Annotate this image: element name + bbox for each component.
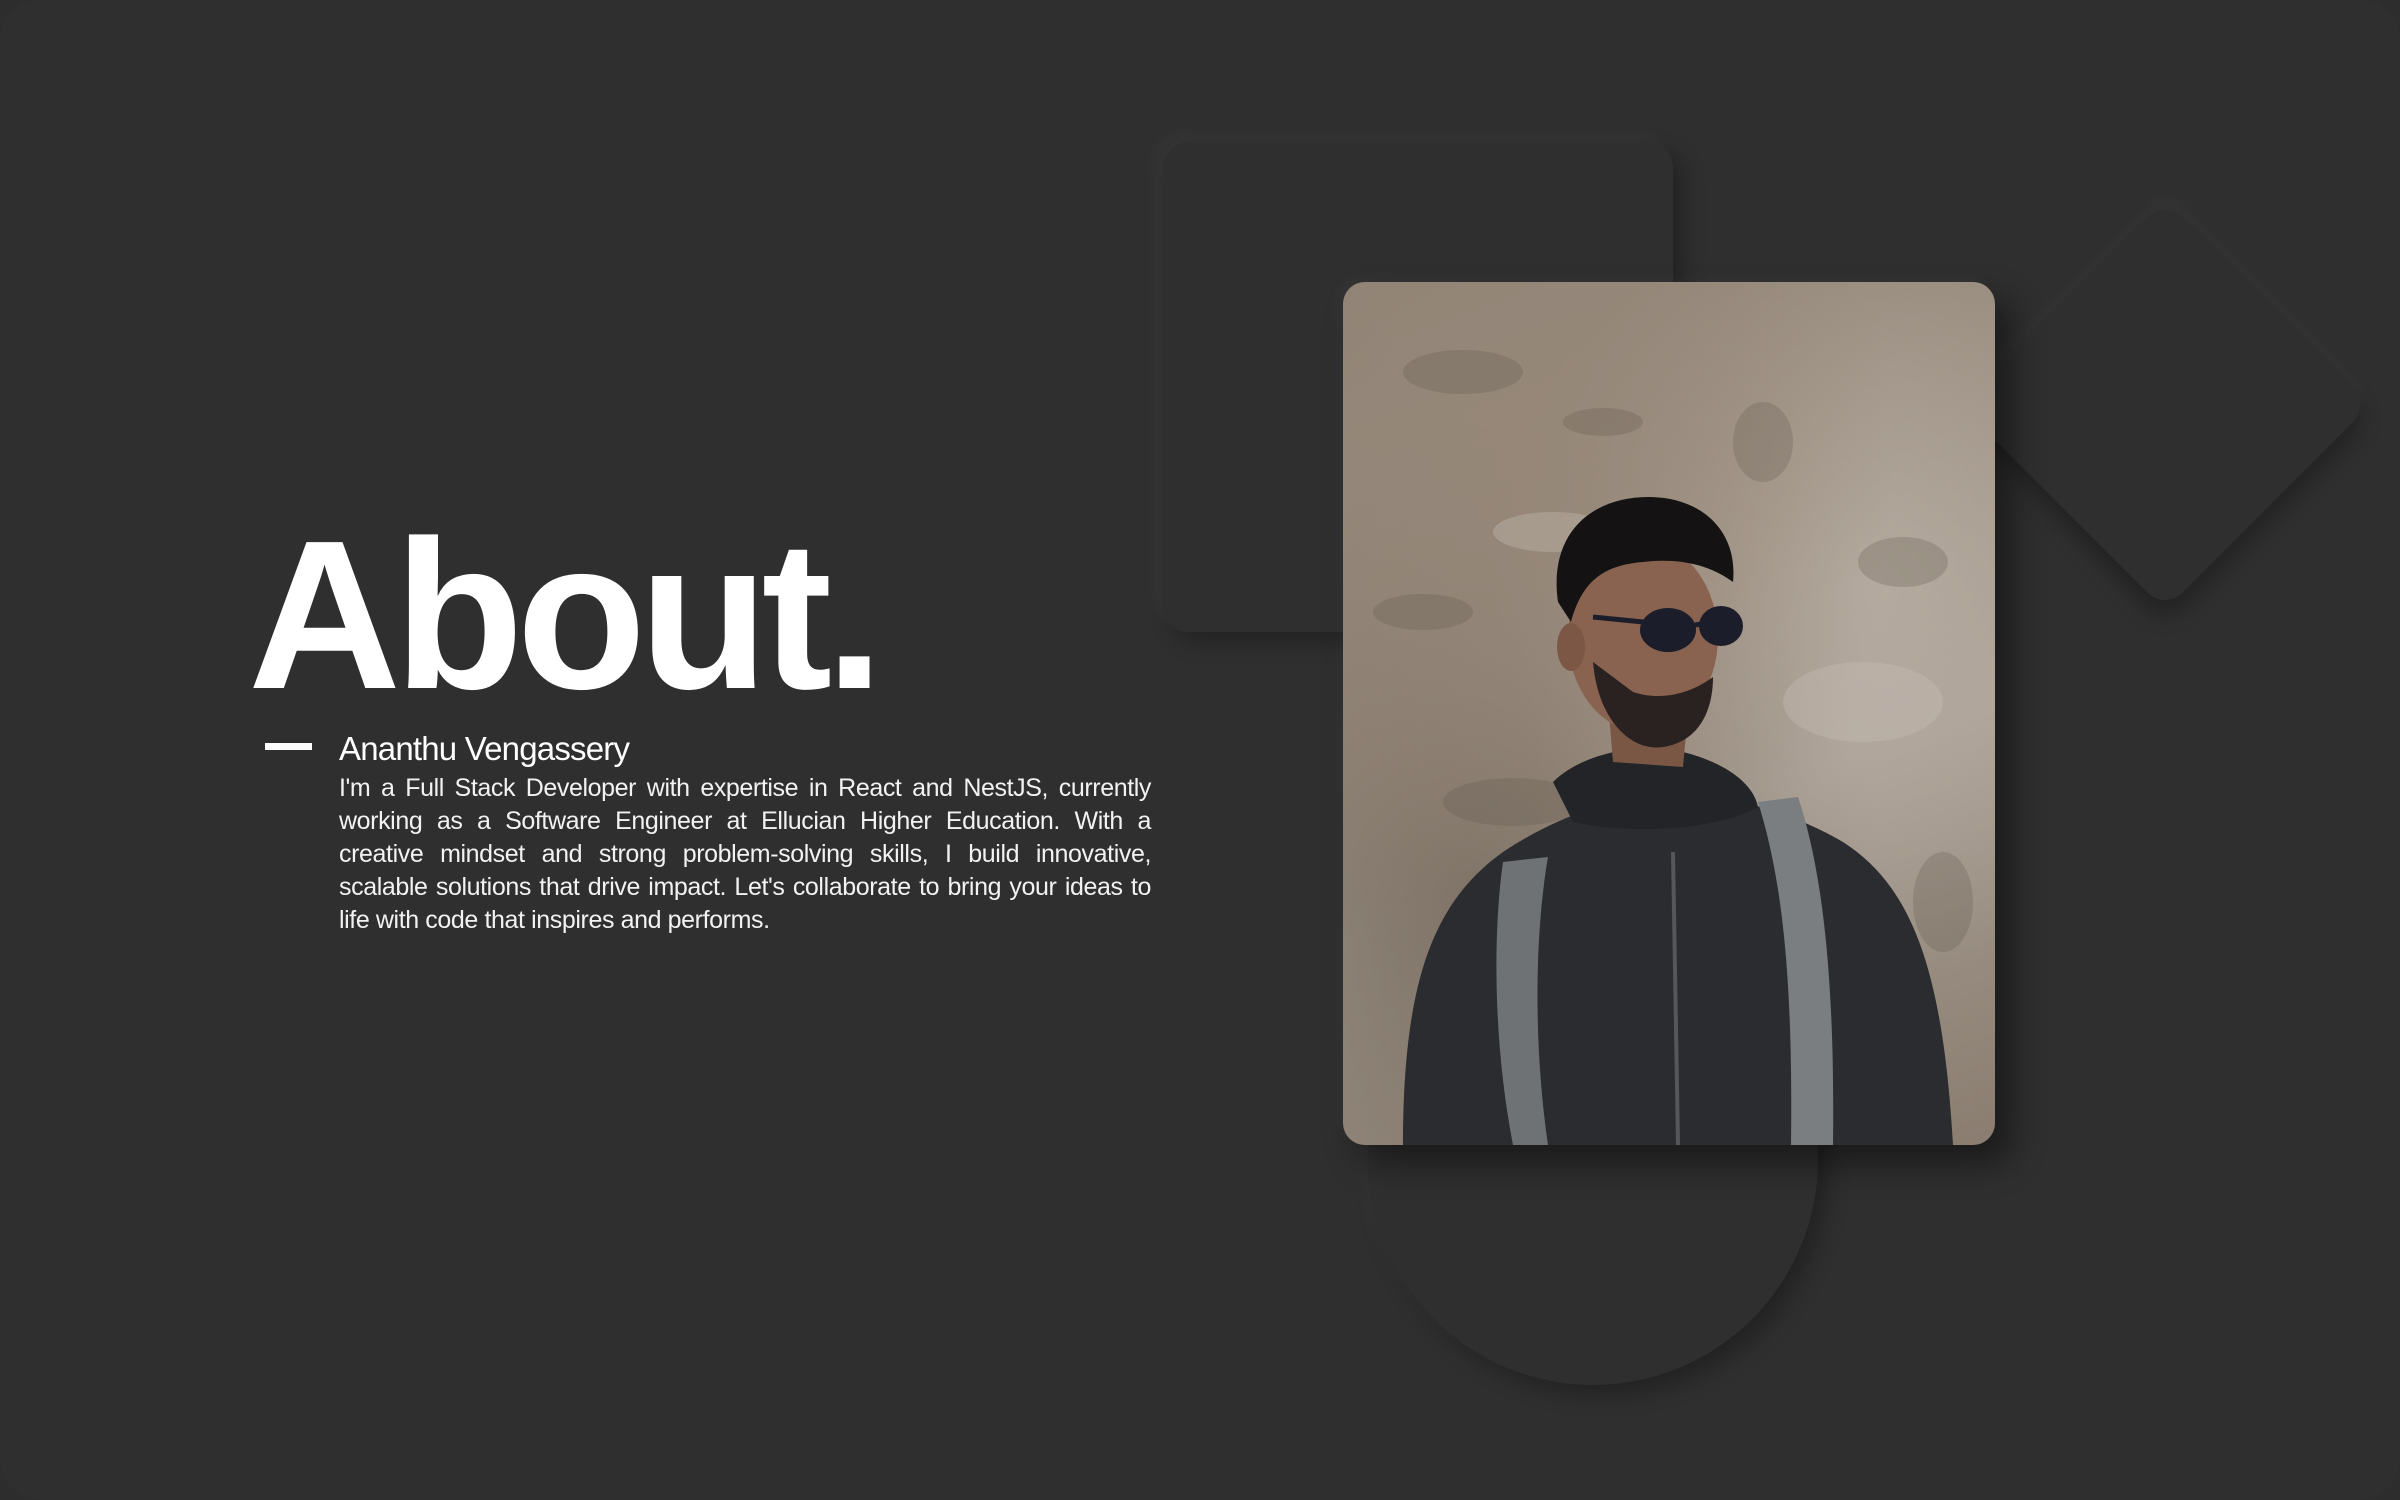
decorative-diamond-shape: [1959, 199, 2371, 611]
author-name: Ananthu Vengassery: [339, 730, 630, 767]
profile-photo-illustration: [1373, 350, 1973, 1145]
page-title: About.: [248, 496, 884, 733]
about-section: About. Ananthu Vengassery I'm a Full Sta…: [0, 0, 2400, 1500]
bio-paragraph: I'm a Full Stack Developer with expertis…: [339, 774, 1151, 934]
name-dash-divider: [265, 743, 312, 750]
profile-photo: [1343, 282, 1995, 1145]
